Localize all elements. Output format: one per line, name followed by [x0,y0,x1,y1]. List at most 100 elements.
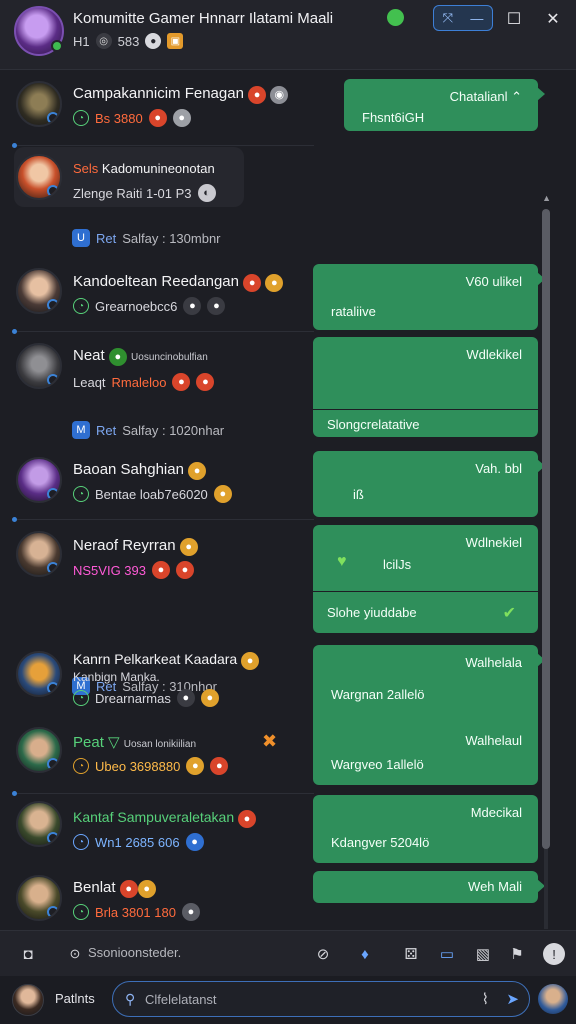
scrollbar[interactable] [542,209,550,929]
bubble-header: Walhelala [465,655,522,670]
message-row[interactable]: Kanrn Pelkarkeat Kaadara ● Kanbign Manka… [0,645,556,785]
message-bubble[interactable]: Weh Mali [313,871,545,903]
row-divider [12,329,314,334]
level-badge-icon: ◔ [73,110,89,126]
message-bubble[interactable]: Wdlnekiel ♥ lcilJs Slohe yiuddabe ✔ [313,525,538,633]
avatar[interactable] [16,727,62,773]
emoji-icon: ● [119,880,138,898]
sender-meta: Ubeo 3698880 [95,758,181,774]
emoji-icon: ● [179,538,198,556]
chat-feed[interactable]: Campakannicim Fenagan ● ◉ ◔ Bs 3880 ● ● Cha… [0,71,556,929]
emoji-icon: ● [176,561,194,579]
message-row[interactable]: Kantaf Sampuveraletakan ● ◔ Wn1 2685 606 ●… [0,795,556,871]
bubble-header: Chatalianl ⌃ [449,89,522,104]
emoji-icon: ● [213,485,232,503]
message-row[interactable]: Sels Kadomunineonotan Zlenge Raiti 1-01 … [0,147,556,261]
maximize-button[interactable]: ☐ [505,7,523,31]
avatar[interactable] [16,343,62,389]
info-icon[interactable]: ! [543,943,565,965]
close-button[interactable]: ✕ [543,7,563,31]
message-input[interactable]: ⚲ Clfelelatanst ⌇ ➤ [112,981,530,1017]
input-placeholder: Clfelelatanst [145,992,217,1007]
emoji-icon: ● [238,810,256,828]
bubble-text: lcilJs [383,557,412,572]
toolbar-search-text[interactable]: Ssonioonsteder. [88,945,181,960]
level-badge-icon: ◔ [73,690,89,706]
image-icon[interactable]: ▧ [472,943,494,965]
my-label: Patlnts [55,991,95,1006]
scroll-up-icon[interactable]: ▲ [542,193,551,203]
message-row[interactable]: Baoan Sahghian ● ◔ Bentae loab7e6020 ● Vah… [0,449,556,519]
sender-meta: Grearnoebcc6 [95,298,178,314]
avatar[interactable] [16,651,62,697]
chat-icon[interactable]: ▭ [436,943,458,965]
bubble-header: Mdecikal [470,805,522,820]
card-line: Zlenge Raiti 1-01 P3 [73,185,192,201]
message-row[interactable]: Peat ▽ Uosan lonikiilian ◔ Ubeo 3698880 ● ●… [0,723,556,793]
avatar[interactable] [16,875,62,921]
profile-avatar[interactable] [538,984,568,1014]
online-status-dot [51,40,63,52]
sender-meta: Drearnarmas [95,690,171,706]
drop-icon[interactable]: ♦ [354,943,376,965]
message-row[interactable]: Kandoeltean Reedangan ● ● ◔ Grearnoebcc6 ●… [0,261,556,333]
close-x-icon[interactable]: ✖ [262,731,277,752]
scrollbar-thumb[interactable] [542,209,550,849]
app-avatar[interactable] [14,6,64,56]
sticker-icon: ◐ [197,184,216,202]
sender-name: Kantaf Sampuveraletakan [73,809,235,825]
avatar[interactable] [16,801,62,847]
chat-app: Komumitte Gamer Hnnarr Ilatami Maali H1 … [0,0,576,1024]
level-badge-icon: ◔ [73,758,89,774]
emoji-icon: ● [196,373,215,391]
window-mode-toggle[interactable]: ⤧ — [433,5,493,31]
link-icon[interactable]: ⊘ [312,943,334,965]
attach-icon[interactable]: ⌇ [482,990,489,1008]
system-note: M Ret Salfay : 1020nhar [72,421,224,439]
avatar[interactable] [16,457,62,503]
avatar[interactable] [16,268,62,314]
search-icon[interactable]: ⊙ [64,943,86,965]
emoji-icon: ● [200,689,219,707]
emoji-icon: ● [241,652,260,670]
app-icon: U [72,229,90,247]
message-bubble[interactable]: Chatalianl ⌃ Fhsnt6iGH [344,79,545,131]
sender-name: Peat [73,734,104,751]
message-row[interactable]: Benlat ● ● ◔ Brla 3801 180 ● Weh Mali [0,871,556,929]
presence-icon[interactable] [387,9,404,26]
level-badge-icon: ◔ [73,904,89,920]
emoji-icon: ● [172,373,191,391]
bubble-header: V60 ulikel [465,274,522,289]
message-bubble[interactable]: Vah. bbl iß [313,451,545,517]
emoji-icon: ● [137,880,156,898]
chat-bubble-icon[interactable]: ● [145,33,162,49]
message-row[interactable]: Campakannicim Fenagan ● ◉ ◔ Bs 3880 ● ● Cha… [0,71,556,141]
collapse-icon[interactable]: — [470,11,483,26]
message-bubble[interactable]: Mdecikal Kdangver 5204lö [313,795,538,863]
message-row[interactable]: Neraof Reyrran ● NS5VIG 393 ● ● Wdlnekiel … [0,523,556,695]
emoji-icon: ● [210,757,229,775]
avatar[interactable] [16,531,62,577]
camera-icon[interactable]: ◘ [17,943,39,965]
emoji-icon: ● [185,833,204,851]
sender-name: Kanrn Pelkarkeat Kaadara [73,651,238,667]
expand-icon[interactable]: ⤧ [443,10,453,26]
window-title: Komumitte Gamer Hnnarr Ilatami Maali [73,10,334,27]
avatar[interactable] [16,154,62,200]
flag-icon[interactable]: ⚑ [506,943,528,965]
gift-icon[interactable]: ▣ [167,33,184,49]
message-row[interactable]: Neat ● Uosuncinobulfian Leaqt Rmaleloo ● ● … [0,337,556,447]
message-bubble[interactable]: V60 ulikel rataliive [313,264,545,330]
dice-icon[interactable]: ⚄ [400,943,422,965]
sender-name: Baoan Sahghian [73,461,184,478]
my-avatar[interactable] [12,984,44,1016]
level-badge-icon: ◔ [73,298,89,314]
message-bubble[interactable]: Wdlekikel Slongcrelatative [313,337,538,437]
sender-subtitle: Kanbign Manka. [73,670,160,684]
emoji-icon: ● [108,348,127,366]
avatar[interactable] [16,81,62,127]
bubble-text: Wargnan 2allelö [331,687,425,702]
bubble-text: rataliive [331,304,376,319]
row-divider [12,143,314,148]
send-icon[interactable]: ➤ [506,990,519,1008]
